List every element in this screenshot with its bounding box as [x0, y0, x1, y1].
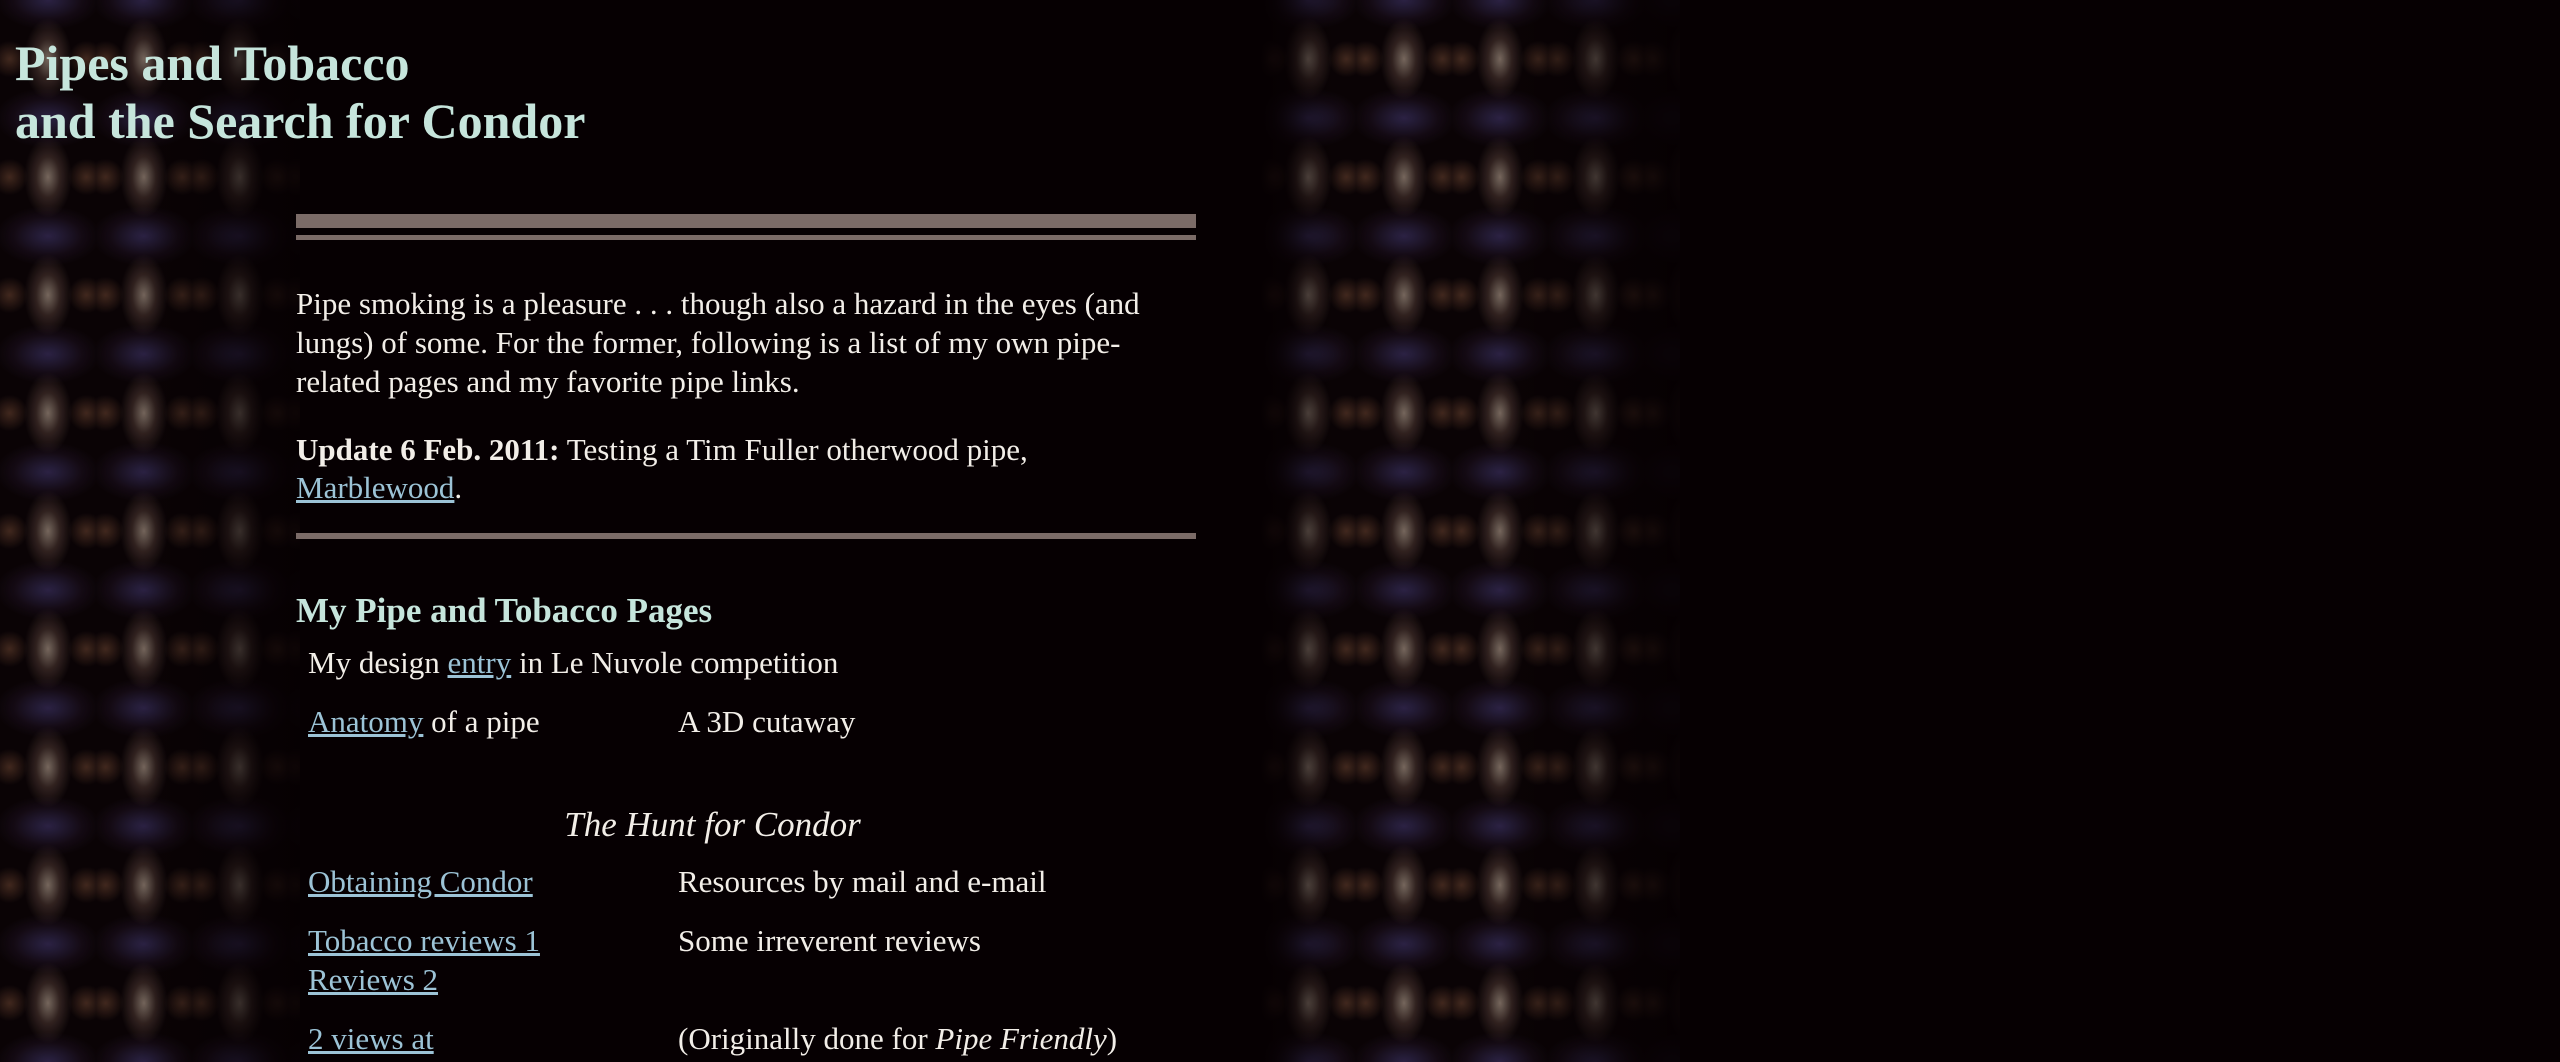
- reviews-cell: Tobacco reviews 1 Reviews 2: [308, 921, 678, 1019]
- hunt-for-condor-heading: The Hunt for Condor: [564, 805, 861, 844]
- background-fade-left: [140, 0, 320, 1062]
- pipe-pages-table: My design entry in Le Nuvole competition…: [308, 643, 1117, 1062]
- views-description: (Originally done for Pipe Friendly): [678, 1019, 1117, 1062]
- marblewood-link[interactable]: Marblewood: [296, 470, 454, 505]
- entry-link[interactable]: entry: [448, 645, 512, 680]
- obtaining-condor-link[interactable]: Obtaining Condor: [308, 864, 533, 899]
- table-row: The Hunt for Condor: [308, 761, 1117, 862]
- update-paragraph: Update 6 Feb. 2011: Testing a Tim Fuller…: [296, 431, 1196, 507]
- section-heading: My Pipe and Tobacco Pages: [296, 591, 713, 630]
- divider-middle: [296, 533, 1196, 539]
- divider-thin: [296, 235, 1196, 240]
- reviews-description: Some irreverent reviews: [678, 923, 981, 958]
- update-text: Testing a Tim Fuller otherwood pipe,: [559, 432, 1028, 467]
- table-row: Anatomy of a pipe A 3D cutaway: [308, 702, 1117, 761]
- intro-paragraph: Pipe smoking is a pleasure . . . though …: [296, 286, 1140, 399]
- pipe-friendly-title: Pipe Friendly: [935, 1021, 1107, 1056]
- design-entry-cell: My design entry in Le Nuvole competition: [308, 643, 1117, 702]
- table-row: 2 views at (Originally done for Pipe Fri…: [308, 1019, 1117, 1062]
- update-label: Update 6 Feb. 2011:: [296, 432, 560, 467]
- anatomy-cell: Anatomy of a pipe: [308, 702, 678, 761]
- views-link[interactable]: 2 views at: [308, 1021, 434, 1056]
- obtaining-description: Resources by mail and e-mail: [678, 864, 1047, 899]
- views-desc-prefix: (Originally done for: [678, 1021, 936, 1056]
- table-row: My design entry in Le Nuvole competition: [308, 643, 1117, 702]
- main-content: Pipe smoking is a pleasure . . . though …: [296, 214, 1196, 1062]
- reviews-2-link[interactable]: Reviews 2: [308, 962, 438, 997]
- divider-thick: [296, 214, 1196, 228]
- table-row: Tobacco reviews 1 Reviews 2 Some irrever…: [308, 921, 1117, 1019]
- background-fade-right-inner: [1260, 0, 1340, 1062]
- background-fade-right-outer: [1500, 0, 1700, 1062]
- page-title: Pipes and Tobacco and the Search for Con…: [15, 34, 585, 150]
- views-cell: 2 views at: [308, 1019, 678, 1062]
- table-row: Obtaining Condor Resources by mail and e…: [308, 862, 1117, 921]
- obtaining-cell: Obtaining Condor: [308, 862, 678, 921]
- page-title-line-2: and the Search for Condor: [15, 93, 586, 149]
- update-end: .: [454, 470, 463, 505]
- anatomy-suffix: of a pipe: [423, 704, 540, 739]
- design-suffix: in Le Nuvole competition: [511, 645, 839, 680]
- anatomy-description: A 3D cutaway: [678, 704, 856, 739]
- tobacco-reviews-1-link[interactable]: Tobacco reviews 1: [308, 923, 540, 958]
- anatomy-link[interactable]: Anatomy: [308, 704, 423, 739]
- views-desc-suffix: ): [1106, 1021, 1118, 1056]
- design-prefix: My design: [308, 645, 448, 680]
- page-title-line-1: Pipes and Tobacco: [15, 35, 410, 91]
